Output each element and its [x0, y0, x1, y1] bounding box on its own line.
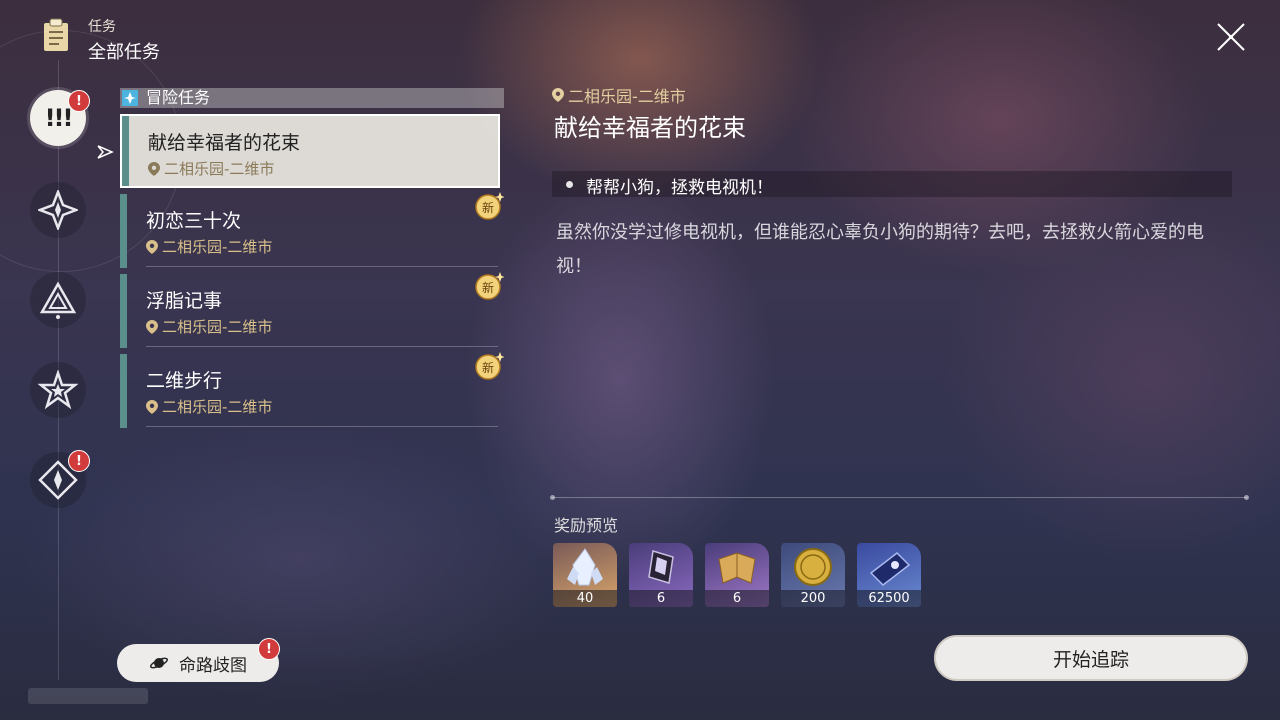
planet-icon	[149, 657, 169, 669]
reward-count: 6	[629, 590, 693, 607]
triangle-emblem-icon	[39, 281, 77, 319]
quest-location-text: 二相乐园-二维市	[164, 160, 275, 178]
quest-name: 献给幸福者的花束	[148, 132, 301, 154]
tome-icon	[718, 552, 756, 584]
reward-item[interactable]: 62500	[857, 543, 921, 607]
new-badge-label: 新	[482, 360, 494, 375]
divider	[146, 346, 498, 347]
quest-stripe	[122, 116, 129, 186]
location-pin-icon	[146, 399, 158, 414]
objective-text: 帮帮小狗，拯救电视机！	[586, 178, 773, 198]
credit-coin-icon	[794, 548, 832, 586]
path-map-button[interactable]: 命路歧图	[117, 644, 279, 682]
category-daily[interactable]	[30, 362, 86, 418]
category-trailblaze[interactable]	[30, 182, 86, 238]
quest-location: 二相乐园-二维市	[146, 236, 272, 257]
reward-item[interactable]: 6	[629, 543, 693, 607]
exclamation-icon: !!!	[44, 104, 74, 132]
divider-dot	[1244, 495, 1249, 500]
path-map-label: 命路歧图	[179, 655, 247, 676]
section-label: 冒险任务	[146, 88, 211, 107]
header-subtitle: 任务	[88, 19, 116, 35]
new-badge: 新	[475, 192, 504, 220]
divider	[146, 426, 498, 427]
detail-location-text: 二相乐园-二维市	[568, 87, 686, 106]
quest-item[interactable]: 二维步行 二相乐园-二维市 新	[120, 352, 504, 428]
close-icon[interactable]	[1212, 18, 1250, 56]
quest-item[interactable]: 浮脂记事 二相乐园-二维市 新	[120, 272, 504, 348]
reward-count: 62500	[857, 590, 921, 607]
divider-dot	[550, 495, 555, 500]
four-point-star-icon	[38, 190, 78, 230]
quest-name: 二维步行	[146, 370, 223, 392]
quest-stripe	[120, 274, 127, 348]
reward-divider	[552, 497, 1248, 498]
alert-badge: !	[68, 450, 90, 472]
new-badge: 新	[475, 272, 504, 300]
star-icon	[38, 370, 78, 410]
reward-item[interactable]: 6	[705, 543, 769, 607]
reward-count: 200	[781, 590, 845, 607]
location-pin-icon	[146, 319, 158, 334]
crystal-icon	[567, 548, 603, 586]
start-tracking-button[interactable]: 开始追踪	[934, 635, 1248, 681]
category-companion[interactable]	[30, 272, 86, 328]
quest-description: 虽然你没学过修电视机，但谁能忍心辜负小狗的期待？去吧，去拯救火箭心爱的电视！	[556, 222, 1204, 277]
quest-location-text: 二相乐园-二维市	[162, 238, 273, 256]
quest-location-text: 二相乐园-二维市	[162, 318, 273, 336]
selection-pointer-icon	[97, 145, 114, 159]
location-pin-icon	[148, 161, 160, 176]
gem-shard-icon	[648, 550, 674, 584]
divider	[146, 266, 498, 267]
footer-decoration	[28, 688, 148, 704]
reward-item[interactable]: 200	[781, 543, 845, 607]
bullet-icon	[566, 181, 573, 188]
quest-item[interactable]: 初恋三十次 二相乐园-二维市 新	[120, 192, 504, 268]
quest-stripe	[120, 194, 127, 268]
quest-item-selected[interactable]: 献给幸福者的花束 二相乐园-二维市	[120, 114, 500, 188]
exp-card-icon	[869, 552, 911, 586]
new-badge-label: 新	[482, 280, 494, 295]
quest-location: 二相乐园-二维市	[146, 396, 272, 417]
reward-title: 奖励预览	[554, 516, 619, 535]
quest-name: 浮脂记事	[146, 290, 223, 312]
quest-location: 二相乐园-二维市	[146, 316, 272, 337]
new-badge: 新	[475, 352, 504, 380]
quest-name: 初恋三十次	[146, 210, 242, 232]
location-pin-icon	[146, 239, 158, 254]
quest-stripe	[120, 354, 127, 428]
quest-location: 二相乐园-二维市	[148, 158, 274, 179]
new-badge-label: 新	[482, 200, 494, 215]
detail-location: 二相乐园-二维市	[552, 83, 686, 107]
location-pin-icon	[552, 88, 564, 102]
alert-badge: !	[68, 90, 90, 112]
alert-badge: !	[258, 638, 280, 660]
reward-count: 6	[705, 590, 769, 607]
reward-item[interactable]: 40	[553, 543, 617, 607]
adventure-icon	[122, 90, 138, 106]
detail-title: 献给幸福者的花束	[554, 114, 746, 142]
quest-location-text: 二相乐园-二维市	[162, 398, 273, 416]
reward-count: 40	[553, 590, 617, 607]
